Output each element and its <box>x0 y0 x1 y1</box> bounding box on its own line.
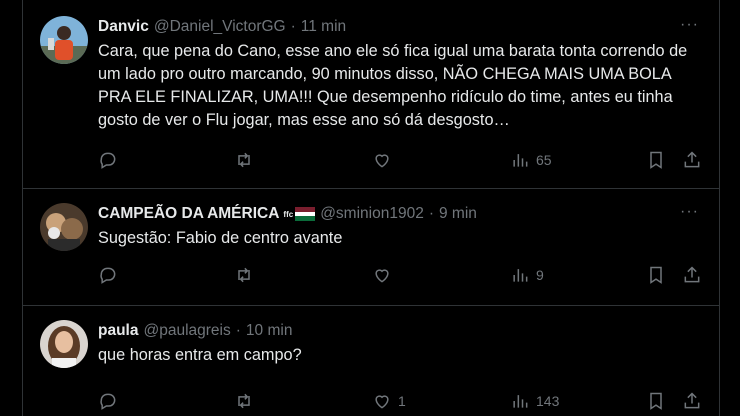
flag-icon <box>295 207 316 221</box>
like-button[interactable] <box>372 150 398 170</box>
share-icon <box>684 151 700 168</box>
author-name[interactable]: paula <box>98 322 138 340</box>
author-handle[interactable]: @sminion1902 <box>320 205 424 223</box>
views-count: 9 <box>536 267 544 283</box>
like-count: 1 <box>398 393 406 409</box>
author-name[interactable]: Danvic <box>98 18 149 36</box>
views-icon <box>513 395 528 408</box>
flag-emoji: ffc <box>283 207 316 221</box>
reply-icon <box>100 267 116 284</box>
timestamp[interactable]: 11 min <box>301 18 346 36</box>
heart-icon <box>375 395 389 409</box>
retweet-button[interactable] <box>234 265 260 285</box>
author-name[interactable]: CAMPEÃO DA AMÉRICA <box>98 205 279 223</box>
tweet-actions: 65 <box>98 150 703 174</box>
bookmark-button[interactable] <box>646 265 666 285</box>
heart-icon <box>375 269 389 283</box>
views-count: 65 <box>536 152 552 168</box>
tweet-text: que horas entra em campo? <box>98 346 302 364</box>
views-icon <box>513 269 528 282</box>
bookmark-button[interactable] <box>646 150 666 170</box>
separator: · <box>428 205 434 222</box>
timestamp[interactable]: 9 min <box>439 205 477 223</box>
avatar[interactable] <box>40 16 88 64</box>
more-icon[interactable]: ··· <box>680 16 699 34</box>
views-button[interactable]: 65 <box>510 150 552 170</box>
timestamp[interactable]: 10 min <box>246 322 293 340</box>
separator: · <box>290 18 296 35</box>
views-icon <box>513 154 528 167</box>
reply-icon <box>100 152 116 169</box>
share-button[interactable] <box>682 391 702 411</box>
like-button[interactable]: 1 <box>372 391 406 411</box>
tweet[interactable]: paula @paulagreis · 10 min que horas ent… <box>23 306 719 416</box>
tweet-header: Danvic @Daniel_VictorGG · 11 min <box>98 16 703 38</box>
avatar[interactable] <box>40 203 88 251</box>
tweet-text: Cara, que pena do Cano, esse ano ele só … <box>98 42 688 129</box>
separator: · <box>235 322 241 339</box>
bookmark-icon <box>650 266 662 284</box>
bookmark-button[interactable] <box>646 391 666 411</box>
tweet-actions: 9 <box>98 265 703 289</box>
tweet-header: paula @paulagreis · 10 min <box>98 320 703 342</box>
author-handle[interactable]: @Daniel_VictorGG <box>154 18 286 36</box>
like-button[interactable] <box>372 265 398 285</box>
tweet[interactable]: CAMPEÃO DA AMÉRICA ffc @sminion1902 · 9 … <box>23 189 719 306</box>
retweet-button[interactable] <box>234 391 260 411</box>
share-button[interactable] <box>682 150 702 170</box>
tweet-content: Danvic @Daniel_VictorGG · 11 min ··· Car… <box>98 16 703 188</box>
flag-text: ffc <box>283 209 294 219</box>
author-handle[interactable]: @paulagreis <box>143 322 230 340</box>
share-icon <box>684 392 700 409</box>
share-icon <box>684 266 700 283</box>
retweet-icon <box>238 267 250 283</box>
share-button[interactable] <box>682 265 702 285</box>
reply-button[interactable] <box>98 150 124 170</box>
tweet-text: Sugestão: Fabio de centro avante <box>98 229 343 247</box>
heart-icon <box>375 154 389 168</box>
tweet-header: CAMPEÃO DA AMÉRICA ffc @sminion1902 · 9 … <box>98 203 703 225</box>
reply-button[interactable] <box>98 391 124 411</box>
bookmark-icon <box>650 392 662 410</box>
tweet-content: CAMPEÃO DA AMÉRICA ffc @sminion1902 · 9 … <box>98 203 703 305</box>
bookmark-icon <box>650 151 662 169</box>
tweet[interactable]: Danvic @Daniel_VictorGG · 11 min ··· Car… <box>23 0 719 189</box>
reply-icon <box>100 393 116 410</box>
more-icon[interactable]: ··· <box>680 203 699 221</box>
retweet-icon <box>238 152 250 168</box>
views-count: 143 <box>536 393 560 409</box>
tweet-actions: 1 143 <box>98 391 703 415</box>
timeline: Danvic @Daniel_VictorGG · 11 min ··· Car… <box>22 0 720 416</box>
views-button[interactable]: 9 <box>510 265 544 285</box>
retweet-icon <box>238 393 250 409</box>
views-button[interactable]: 143 <box>510 391 559 411</box>
reply-button[interactable] <box>98 265 124 285</box>
retweet-button[interactable] <box>234 150 260 170</box>
tweet-content: paula @paulagreis · 10 min que horas ent… <box>98 320 703 416</box>
avatar[interactable] <box>40 320 88 368</box>
